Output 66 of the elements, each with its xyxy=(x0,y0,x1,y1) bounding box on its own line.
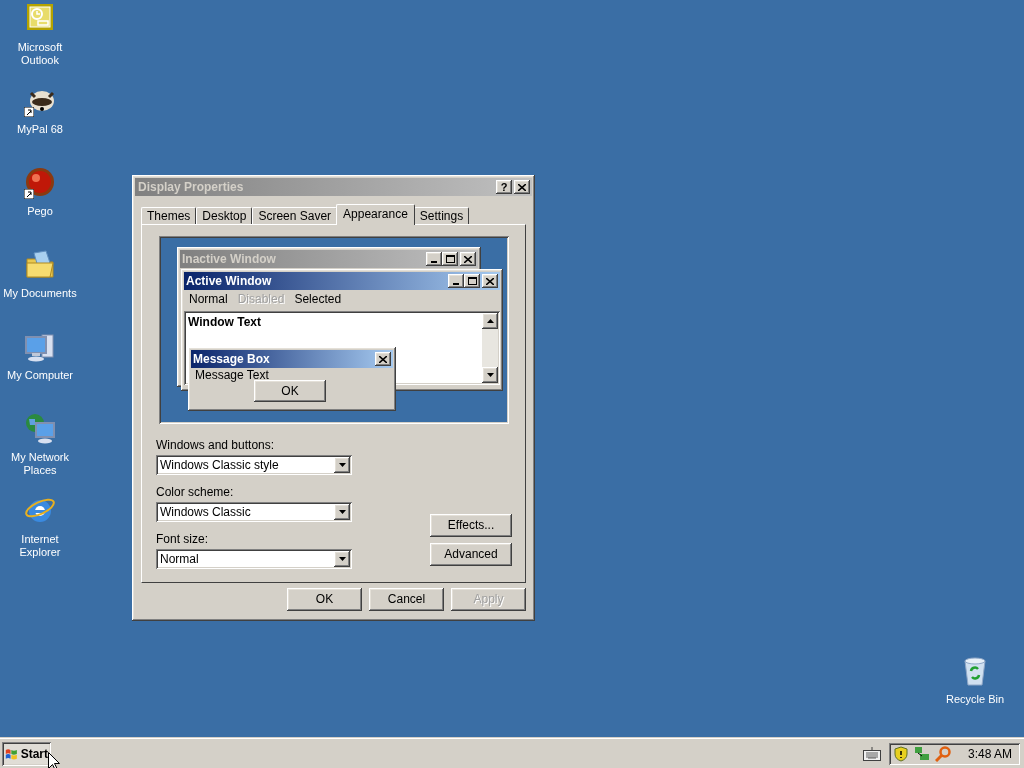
maximize-button[interactable] xyxy=(464,274,480,288)
desktop-icon-label[interactable]: My Computer xyxy=(3,369,77,382)
window-title: Message Box xyxy=(193,352,271,366)
tab[interactable]: Desktop xyxy=(196,207,253,225)
scroll-down-button[interactable] xyxy=(482,367,498,383)
dialog-button[interactable]: Effects... xyxy=(430,514,512,537)
tab[interactable]: Themes xyxy=(141,207,197,225)
maximize-icon xyxy=(445,255,455,263)
dialog-button[interactable]: Advanced xyxy=(430,543,512,566)
window-title: Inactive Window xyxy=(182,252,277,266)
dropdown-arrow-icon xyxy=(338,510,346,514)
desktop-icon-label[interactable]: My Network Places xyxy=(3,451,77,477)
shortcut-arrow-icon xyxy=(24,107,34,117)
desktop-icon-label[interactable]: Pego xyxy=(3,205,77,218)
close-icon xyxy=(518,183,526,191)
desktop-icon-label[interactable]: Recycle Bin xyxy=(938,693,1012,706)
window-title: Display Properties xyxy=(138,180,245,194)
dropdown[interactable]: Windows Classic style xyxy=(156,455,352,475)
close-icon xyxy=(486,277,494,285)
close-icon xyxy=(379,355,387,363)
dropdown-arrow-icon xyxy=(338,463,346,467)
close-button[interactable] xyxy=(375,352,391,366)
network-computer-icon xyxy=(24,413,56,445)
message-text: Message Text xyxy=(194,368,270,382)
field-label: Color scheme: xyxy=(156,485,235,499)
tab[interactable]: Appearance xyxy=(336,204,415,225)
clock[interactable]: 3:48 AM xyxy=(967,746,1012,761)
minimize-icon xyxy=(431,261,437,263)
menu-item[interactable]: Selected xyxy=(294,292,342,306)
maximize-button[interactable] xyxy=(442,252,458,266)
close-button[interactable] xyxy=(482,274,498,288)
windows-logo-icon xyxy=(5,746,18,761)
dropdown-arrow-icon xyxy=(338,557,346,561)
close-button[interactable] xyxy=(460,252,476,266)
minimize-button[interactable] xyxy=(426,252,442,266)
dropdown[interactable]: Normal xyxy=(156,549,352,569)
minimize-button[interactable] xyxy=(448,274,464,288)
desktop-icon-label[interactable]: Microsoft Outlook xyxy=(3,41,77,67)
tab[interactable]: Settings xyxy=(413,207,470,225)
shield-icon[interactable] xyxy=(892,745,909,762)
computer-icon xyxy=(24,331,56,363)
field-label: Windows and buttons: xyxy=(156,438,276,452)
menu-item[interactable]: Normal xyxy=(189,292,228,306)
close-icon xyxy=(464,255,472,263)
dialog-button[interactable]: Cancel xyxy=(369,588,444,611)
scroll-up-button[interactable] xyxy=(482,313,498,329)
ok-button[interactable]: OK xyxy=(254,380,326,402)
desktop-icon-label[interactable]: Internet Explorer xyxy=(3,533,77,559)
window-text: Window Text xyxy=(187,314,262,331)
minimize-icon xyxy=(453,283,459,285)
field-label: Font size: xyxy=(156,532,210,546)
help-button[interactable]: ? xyxy=(496,180,512,194)
desktop-icon-label[interactable]: MyPal 68 xyxy=(3,123,77,136)
maximize-icon xyxy=(467,277,477,285)
tab[interactable]: Screen Saver xyxy=(252,207,338,225)
shortcut-arrow-icon xyxy=(24,189,34,199)
keyboard-icon[interactable] xyxy=(862,746,881,761)
dropdown[interactable]: Windows Classic xyxy=(156,502,352,522)
close-button[interactable] xyxy=(514,180,530,194)
ball-icon xyxy=(24,167,56,199)
folder-icon xyxy=(24,249,56,281)
desktop-icon-label[interactable]: My Documents xyxy=(3,287,77,300)
window-title: Active Window xyxy=(186,274,273,288)
up-arrow-icon xyxy=(486,319,494,323)
dialog-button[interactable]: OK xyxy=(287,588,362,611)
down-arrow-icon xyxy=(486,373,494,377)
